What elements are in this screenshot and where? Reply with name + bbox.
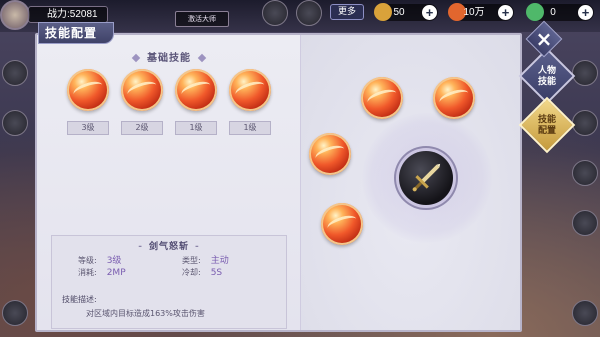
equipped-skill-slot-1[interactable]	[361, 77, 403, 119]
right-menu-icon-5[interactable]	[572, 300, 598, 326]
skill-cost-row: 消耗: 2MP	[78, 267, 126, 278]
right-menu-icon-1[interactable]	[572, 60, 598, 86]
add-jade-button[interactable]: +	[578, 5, 593, 20]
cooldown-label: 冷却:	[182, 268, 201, 277]
skill-orb-icon[interactable]	[175, 69, 217, 111]
cost-label: 消耗:	[78, 268, 97, 277]
menu-icon-1[interactable]	[262, 0, 288, 26]
left-menu-icon-1[interactable]	[2, 60, 28, 86]
basic-skill-slot[interactable]: 1级	[175, 69, 217, 135]
equipped-skill-slot-4[interactable]	[321, 203, 363, 245]
power-label: 战力:	[47, 9, 70, 20]
skill-cooldown-row: 冷却: 5S	[182, 267, 222, 278]
type-label: 类型:	[182, 256, 201, 265]
combat-power-display: 战力:52081	[28, 6, 108, 23]
skill-level-row: 等级: 3级	[78, 253, 121, 266]
skill-desc-text: 对区域内目标造成163%攻击伤害	[86, 309, 205, 318]
resource-jade: 0 +	[526, 3, 594, 21]
right-menu-icon-3[interactable]	[572, 160, 598, 186]
resource-coin: 10万 +	[448, 3, 514, 21]
basic-skill-slot[interactable]: 2级	[121, 69, 163, 135]
skill-info-box: 剑气怒斩 等级: 3级 类型: 主动 消耗: 2MP 冷却: 5S 技能描述: 对区域内…	[51, 235, 287, 329]
skill-level-badge: 3级	[67, 121, 109, 135]
main-attack-button[interactable]	[399, 151, 453, 205]
skill-config-area	[301, 35, 520, 330]
skill-orb-icon[interactable]	[121, 69, 163, 111]
activate-master-tag[interactable]: 激活大师	[175, 11, 229, 27]
skill-name: 剑气怒斩	[52, 239, 286, 252]
sword-icon	[412, 163, 441, 192]
resource-coin-value: 10万	[463, 7, 485, 18]
skill-type-row: 类型: 主动	[182, 253, 229, 266]
resource-gold: 50 +	[374, 3, 438, 21]
equipped-skill-slot-3[interactable]	[309, 133, 351, 175]
more-button[interactable]: 更多	[330, 4, 364, 20]
skill-desc-label: 技能描述:	[62, 295, 97, 304]
skill-config-panel: 基础技能 3级 2级 1级 1级 剑气怒斩 等级:3级 类型:主动 消耗	[35, 33, 522, 332]
level-label: 等级:	[78, 256, 97, 265]
skill-level-badge: 1级	[229, 121, 271, 135]
power-value: 52081	[69, 9, 98, 20]
right-menu-icon-2[interactable]	[572, 110, 598, 136]
level-value: 3级	[106, 256, 122, 266]
tab-label-line2: 配置	[537, 126, 556, 136]
basic-skill-slot[interactable]: 3级	[67, 69, 109, 135]
type-value: 主动	[210, 256, 229, 266]
tab-label-line1: 技能	[537, 115, 556, 125]
menu-icon-2[interactable]	[296, 0, 322, 26]
left-menu-icon-3[interactable]	[2, 300, 28, 326]
right-menu-icon-4[interactable]	[572, 210, 598, 236]
basic-skills-title: 基础技能	[37, 49, 301, 64]
tab-label-line1: 人物	[537, 66, 556, 76]
skill-level-badge: 2级	[121, 121, 163, 135]
panel-title: 技能配置	[38, 22, 114, 44]
tab-label-line2: 技能	[537, 77, 556, 87]
basic-skill-slot[interactable]: 1级	[229, 69, 271, 135]
add-coin-button[interactable]: +	[498, 5, 513, 20]
skill-orb-icon[interactable]	[67, 69, 109, 111]
skill-list-area: 基础技能 3级 2级 1级 1级 剑气怒斩 等级:3级 类型:主动 消耗	[37, 35, 301, 330]
add-gold-button[interactable]: +	[422, 5, 437, 20]
equipped-skill-slot-2[interactable]	[433, 77, 475, 119]
skill-orb-icon[interactable]	[229, 69, 271, 111]
skill-level-badge: 1级	[175, 121, 217, 135]
tab-character-skills-label: 人物 技能	[527, 66, 567, 88]
close-icon[interactable]: ×	[531, 26, 557, 52]
left-menu-icon-2[interactable]	[2, 110, 28, 136]
cooldown-value: 5S	[210, 268, 223, 278]
cost-value: 2MP	[106, 268, 126, 278]
resource-gold-value: 50	[393, 7, 405, 18]
tab-skill-config-label: 技能 配置	[527, 115, 567, 137]
resource-jade-value: 0	[550, 7, 556, 18]
player-avatar[interactable]	[0, 0, 30, 30]
